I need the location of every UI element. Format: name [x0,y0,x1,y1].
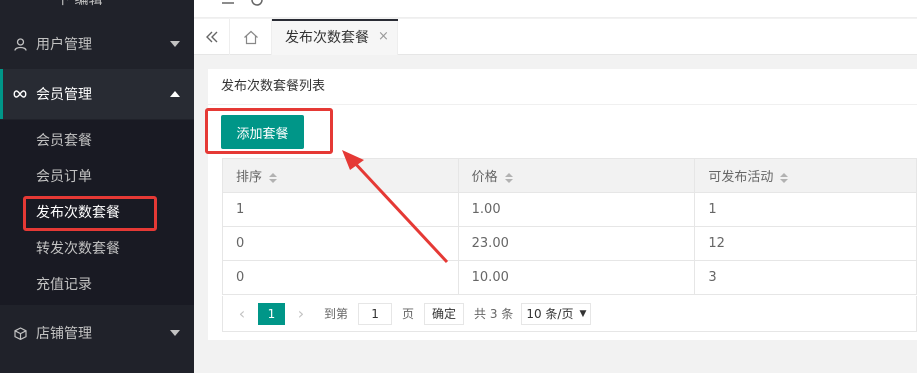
sidebar-item-recharge-record[interactable]: 充值记录 [36,275,92,295]
table-cell: 1.00 [457,192,696,227]
card-title: 发布次数套餐列表 [208,69,917,105]
page-size-select[interactable]: 10 条/页 ▼ [521,302,592,325]
confirm-button[interactable]: 确定 [424,302,465,325]
sidebar: 下 编辑 用户管理 会员管理 会员套餐 会员订单 发布次数套餐 转发次数套餐 充… [0,0,194,373]
sort-icon[interactable] [780,172,789,183]
table-cell: 1 [222,192,459,227]
plan-table: 排序 价格 可发布活动 1 1.00 1 0 23.00 12 0 10.00 … [222,158,917,295]
annotation-highlight-box [23,196,157,231]
table-header-row: 排序 价格 可发布活动 [222,158,917,193]
total-count: 共 3 条 [474,307,514,321]
cube-icon [13,326,27,340]
sidebar-group-label: 会员管理 [36,87,92,103]
chevron-left-icon[interactable]: ‹ [231,304,253,323]
table-cell: 10.00 [457,260,696,295]
sidebar-group-members[interactable]: 会员管理 [0,69,194,119]
close-icon[interactable]: × [378,29,389,44]
column-header-sort[interactable]: 排序 [222,158,459,193]
table-row: 0 23.00 12 [222,226,917,261]
sidebar-group-shops[interactable]: 店铺管理 [0,308,194,358]
table-cell: 23.00 [457,226,696,261]
column-label: 价格 [471,170,498,185]
user-icon [13,37,27,51]
sidebar-group-users[interactable]: 用户管理 [0,19,194,69]
page-number-input[interactable] [358,302,393,325]
table-cell: 0 [222,226,459,261]
annotation-highlight-box [205,108,333,154]
sidebar-group-label: 店铺管理 [36,326,92,342]
chevron-down-icon [170,330,180,336]
tab-publish-plan[interactable]: 发布次数套餐 × [272,19,398,55]
chevron-down-icon [170,41,180,47]
page-current[interactable]: 1 [258,302,285,325]
table-row: 1 1.00 1 [222,192,917,227]
sort-icon[interactable] [269,172,278,183]
top-header [194,0,917,18]
tab-bar: 发布次数套餐 × [194,19,917,55]
home-icon [243,30,258,44]
sort-icon[interactable] [504,172,513,183]
goto-label: 到第 [324,307,349,321]
table-cell: 3 [694,260,917,295]
infinity-icon [13,87,27,101]
caret-down-icon: ▼ [579,308,587,319]
page-size-value: 10 条/页 [526,307,574,321]
sidebar-item-member-order[interactable]: 会员订单 [36,167,92,187]
sidebar-item-partial[interactable]: 下 编辑 [56,0,102,8]
column-label: 排序 [236,170,263,185]
tab-home[interactable] [230,19,272,55]
table-cell: 12 [694,226,917,261]
tab-label: 发布次数套餐 [285,30,369,46]
chevron-right-icon[interactable]: › [290,304,312,323]
sidebar-group-label: 用户管理 [36,37,92,53]
table-cell: 1 [694,192,917,227]
column-label: 可发布活动 [708,170,774,185]
header-icons [222,0,263,6]
sidebar-item-member-plan[interactable]: 会员套餐 [36,131,92,151]
page-suffix: 页 [402,307,415,321]
sidebar-item-forward-plan[interactable]: 转发次数套餐 [36,239,120,259]
table-cell: 0 [222,260,459,295]
column-header-activities[interactable]: 可发布活动 [694,158,917,193]
tab-scroll-left-button[interactable] [194,19,230,55]
chevron-up-icon [170,91,180,97]
table-row: 0 10.00 3 [222,260,917,295]
column-header-price[interactable]: 价格 [457,158,696,193]
double-chevron-left-icon [205,31,217,43]
pagination: ‹ 1 › 到第 页 确定 共 3 条 10 条/页 ▼ [222,296,917,332]
